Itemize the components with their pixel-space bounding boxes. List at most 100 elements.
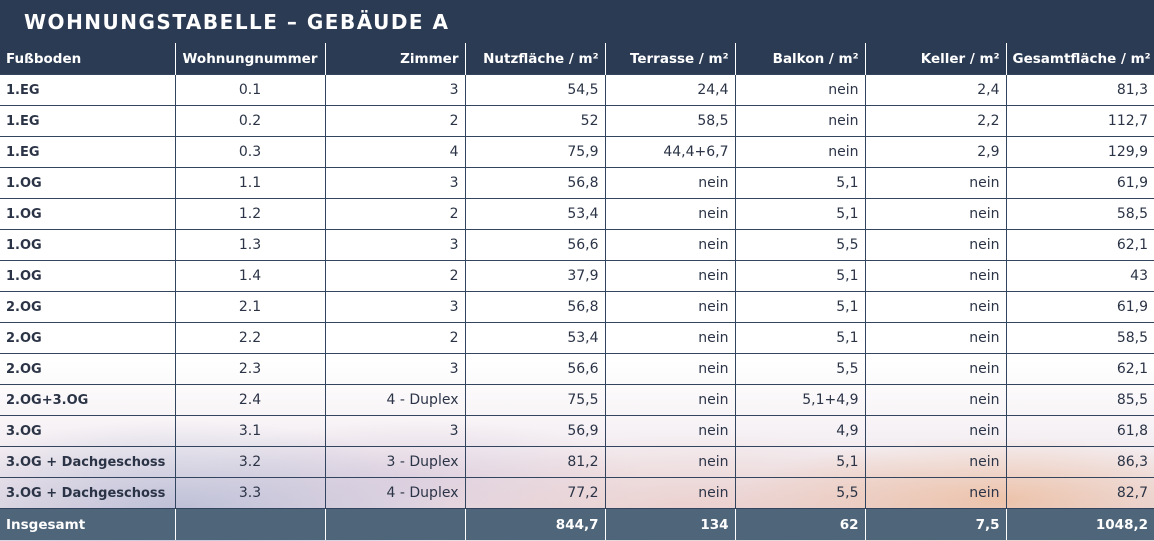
balcony-cell: 5,5 [734,477,866,509]
unit-number-cell: 0.1 [174,74,326,106]
floor-cell: 3.OG + Dachgeschoss [0,477,176,509]
total-area-cell: 61,9 [1005,167,1154,199]
usable-area-cell: 75,5 [464,384,606,416]
unit-number-cell: 3.3 [174,477,326,509]
rooms-cell: 4 - Duplex [324,477,466,509]
rooms-cell: 2 [324,322,466,354]
total-area-cell: 81,3 [1005,74,1154,106]
rooms-cell: 3 [324,415,466,447]
floor-cell: 2.OG [0,322,176,354]
table-row: 2.OG 2.1 3 56,8 nein 5,1 nein 61,9 [0,291,1154,323]
balcony-cell: 5,1 [734,260,866,292]
table-row: 2.OG+3.OG 2.4 4 - Duplex 75,5 nein 5,1+4,9 nei… [0,384,1154,416]
floor-cell: 1.EG [0,74,176,106]
cellar-cell: nein [864,198,1007,230]
terrace-cell: nein [604,446,736,478]
table-row: 3.OG + Dachgeschoss 3.2 3 - Duplex 81,2 nein… [0,446,1154,478]
totals-terrace: 134 [604,508,735,540]
total-area-cell: 62,1 [1005,353,1154,385]
unit-number-cell: 2.1 [174,291,326,323]
floor-cell: 1.EG [0,105,176,137]
cellar-cell: 2,2 [864,105,1007,137]
header-row: Fußboden Wohnungnummer Zimmer Nutzfläche… [0,43,1154,75]
floor-cell: 1.OG [0,260,176,292]
terrace-cell: 58,5 [604,105,736,137]
balcony-cell: 4,9 [734,415,866,447]
balcony-cell: 5,5 [734,353,866,385]
terrace-cell: nein [604,291,736,323]
terrace-cell: 44,4+6,7 [604,136,736,168]
usable-area-cell: 56,6 [464,353,606,385]
table-row: 1.EG 0.3 4 75,9 44,4+6,7 nein 2,9 129,9 [0,136,1154,168]
unit-number-cell: 1.4 [174,260,326,292]
totals-usable-area: 844,7 [464,508,605,540]
balcony-cell: 5,1+4,9 [734,384,866,416]
total-area-cell: 61,9 [1005,291,1154,323]
cellar-cell: nein [864,477,1007,509]
terrace-cell: nein [604,353,736,385]
unit-number-cell: 0.2 [174,105,326,137]
totals-label: Insgesamt [0,508,175,540]
column-header-total-area: Gesamtfläche / m² [1005,43,1154,75]
total-area-cell: 112,7 [1005,105,1154,137]
usable-area-cell: 52 [464,105,606,137]
total-area-cell: 43 [1005,260,1154,292]
balcony-cell: nein [734,105,866,137]
column-header-balcony: Balkon / m² [734,43,865,75]
table-row: 2.OG 2.2 2 53,4 nein 5,1 nein 58,5 [0,322,1154,354]
rooms-cell: 2 [324,260,466,292]
usable-area-cell: 54,5 [464,74,606,106]
totals-cell [324,508,465,540]
cellar-cell: nein [864,291,1007,323]
terrace-cell: nein [604,415,736,447]
terrace-cell: nein [604,322,736,354]
total-area-cell: 82,7 [1005,477,1154,509]
cellar-cell: nein [864,322,1007,354]
unit-number-cell: 2.3 [174,353,326,385]
column-header-terrace: Terrasse / m² [604,43,735,75]
rooms-cell: 3 [324,291,466,323]
terrace-cell: nein [604,229,736,261]
floor-cell: 2.OG+3.OG [0,384,176,416]
table-row: 2.OG 2.3 3 56,6 nein 5,5 nein 62,1 [0,353,1154,385]
floor-cell: 2.OG [0,291,176,323]
unit-number-cell: 2.2 [174,322,326,354]
cellar-cell: nein [864,353,1007,385]
column-header-cellar: Keller / m² [864,43,1006,75]
cellar-cell: nein [864,260,1007,292]
balcony-cell: 5,1 [734,322,866,354]
total-area-cell: 58,5 [1005,198,1154,230]
table-row: 1.OG 1.1 3 56,8 nein 5,1 nein 61,9 [0,167,1154,199]
floor-cell: 3.OG + Dachgeschoss [0,446,176,478]
rooms-cell: 3 - Duplex [324,446,466,478]
totals-total-area: 1048,2 [1005,508,1154,540]
balcony-cell: 5,1 [734,198,866,230]
table-row: 3.OG 3.1 3 56,9 nein 4,9 nein 61,8 [0,415,1154,447]
total-area-cell: 62,1 [1005,229,1154,261]
usable-area-cell: 56,9 [464,415,606,447]
rooms-cell: 4 - Duplex [324,384,466,416]
unit-number-cell: 3.1 [174,415,326,447]
floor-cell: 2.OG [0,353,176,385]
balcony-cell: nein [734,136,866,168]
rooms-cell: 3 [324,167,466,199]
usable-area-cell: 53,4 [464,198,606,230]
cellar-cell: nein [864,229,1007,261]
table-row: 1.EG 0.2 2 52 58,5 nein 2,2 112,7 [0,105,1154,137]
balcony-cell: 5,1 [734,167,866,199]
cellar-cell: nein [864,446,1007,478]
unit-number-cell: 2.4 [174,384,326,416]
terrace-cell: nein [604,477,736,509]
floor-cell: 1.OG [0,198,176,230]
column-header-floor: Fußboden [0,43,175,75]
totals-cellar: 7,5 [864,508,1006,540]
usable-area-cell: 56,6 [464,229,606,261]
rooms-cell: 4 [324,136,466,168]
unit-number-cell: 3.2 [174,446,326,478]
table-row: 3.OG + Dachgeschoss 3.3 4 - Duplex 77,2 nein… [0,477,1154,509]
table-row: 1.EG 0.1 3 54,5 24,4 nein 2,4 81,3 [0,74,1154,106]
usable-area-cell: 56,8 [464,167,606,199]
column-header-rooms: Zimmer [324,43,465,75]
unit-number-cell: 1.3 [174,229,326,261]
apartment-table: Fußboden Wohnungnummer Zimmer Nutzfläche… [0,43,1154,540]
